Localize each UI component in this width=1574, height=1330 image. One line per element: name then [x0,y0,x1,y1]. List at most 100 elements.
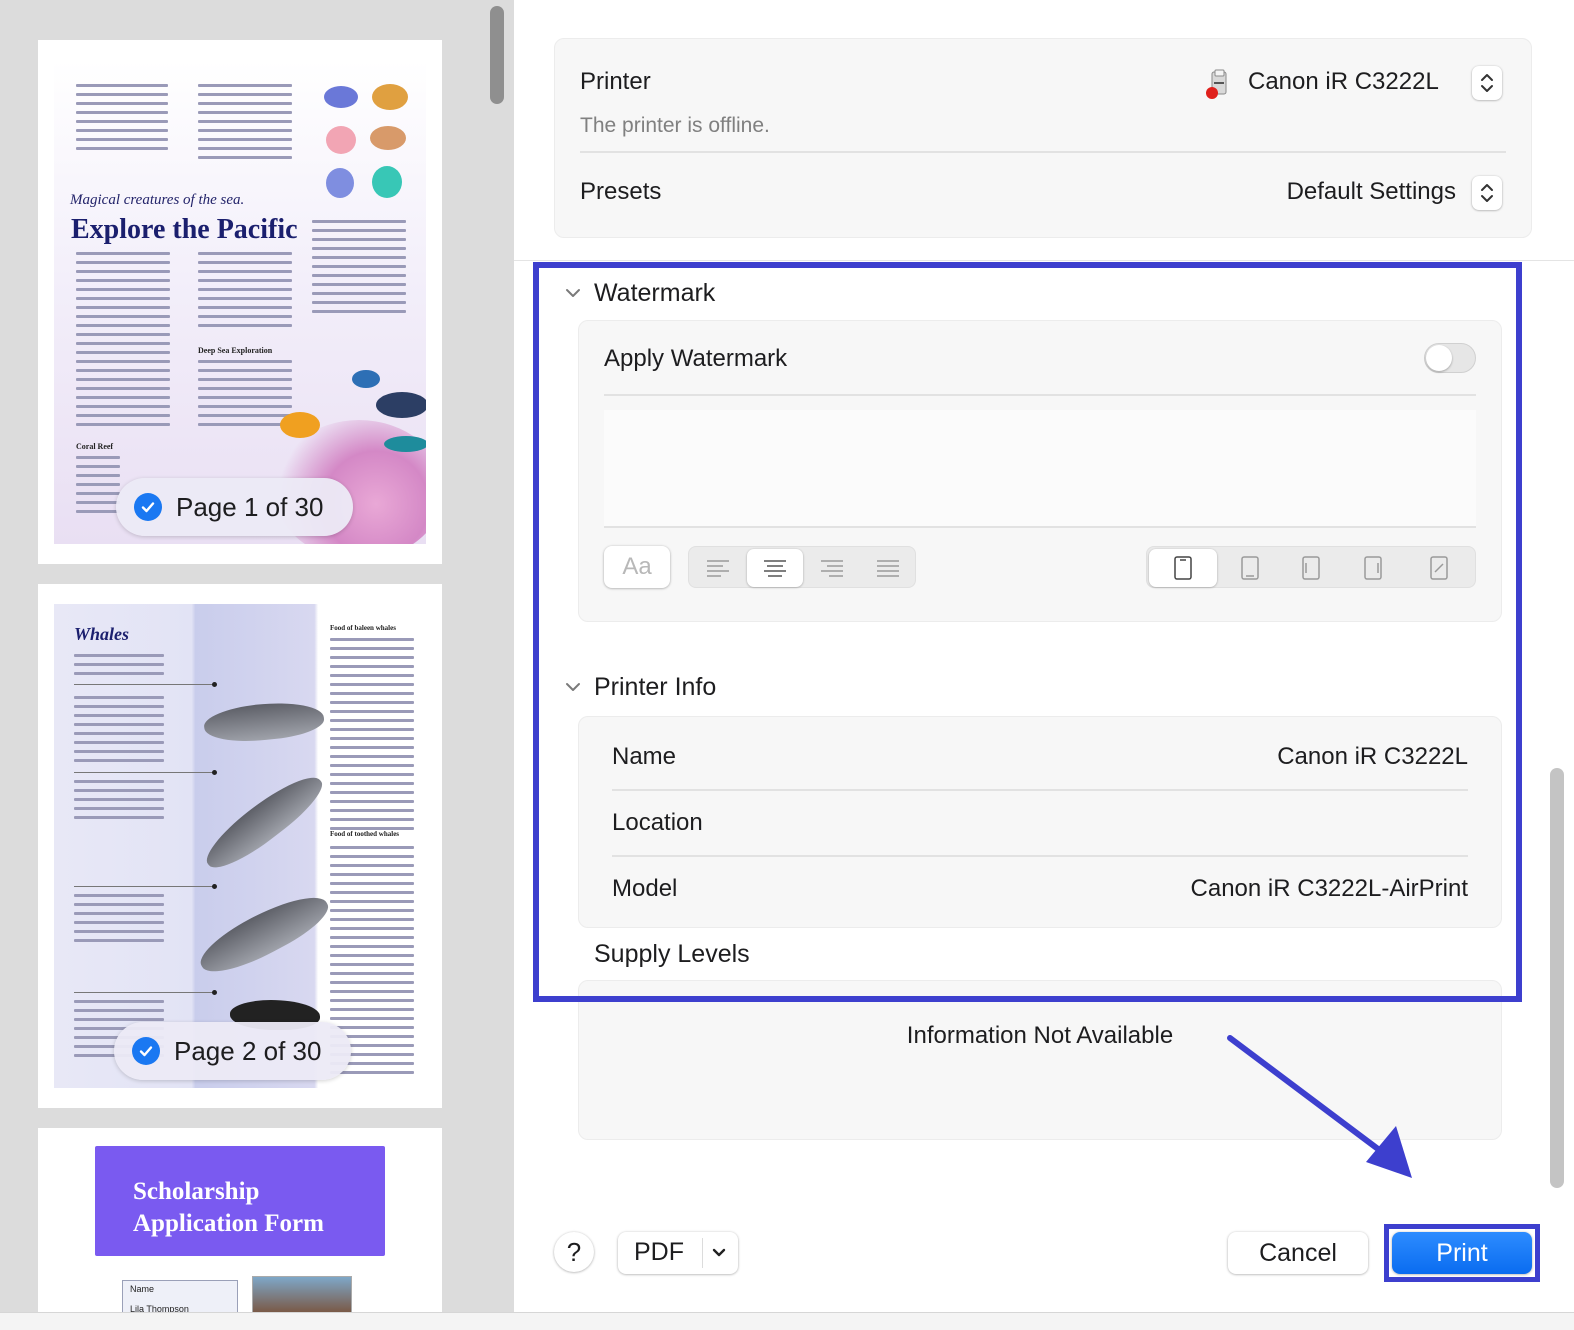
page-right-icon[interactable] [1343,549,1403,587]
align-justify-icon[interactable] [861,549,915,587]
page-badge-label: Page 2 of 30 [174,1035,322,1066]
page-3-title: Scholarship Application Form [133,1178,324,1237]
page-1-title: Explore the Pacific [71,214,298,245]
checkmark-icon [134,493,162,521]
position-segmented-control [1146,546,1476,588]
page-3-banner: Scholarship Application Form [95,1146,385,1256]
printer-value: Canon iR C3222L [1248,68,1439,95]
chevron-down-icon[interactable] [564,680,582,699]
fish-image [384,436,426,452]
fish-image [280,412,320,438]
printer-icon [1204,68,1232,100]
timeline-dot [212,682,217,687]
page-2-text-column [330,638,414,836]
apply-watermark-toggle[interactable] [1424,343,1476,373]
page-badge: Page 2 of 30 [114,1022,352,1080]
alignment-segmented-control [688,546,916,588]
presets-value: Default Settings [1286,178,1456,205]
page-1-text-column [76,84,168,156]
printer-label: Printer [580,68,651,95]
annotation-arrow-icon [1227,1035,1412,1178]
cancel-button[interactable]: Cancel [1228,1232,1368,1274]
printer-info-section-title[interactable]: Printer Info [594,673,716,702]
whale-image [202,697,326,747]
applicant-photo [252,1276,352,1312]
page-2-title: Whales [74,624,130,644]
pdf-menu-button[interactable]: PDF [618,1232,738,1274]
divider [580,151,1506,153]
printer-status: The printer is offline. [580,114,770,137]
chevron-down-icon[interactable] [564,286,582,305]
page-1-text-column [312,220,406,319]
page-diagonal-icon[interactable] [1405,549,1473,587]
presets-label: Presets [580,178,662,205]
page-2-text-column [74,780,164,825]
page-1-text-column [76,456,120,519]
preview-scrollbar[interactable] [490,6,504,104]
page-2-heading: Food of toothed whales [330,830,400,838]
font-button[interactable]: Aa [604,546,670,588]
page-front-icon[interactable] [1149,549,1217,587]
page-1-heading: Coral Reef [76,442,114,451]
supply-levels-section-title: Supply Levels [594,940,750,968]
page-preview-pane[interactable]: Magical creatures of the sea. Explore th… [0,0,514,1312]
page-1-subtitle: Magical creatures of the sea. [70,192,245,208]
coral-image [326,168,354,198]
up-down-chevron-icon [1472,176,1502,210]
align-center-icon[interactable] [747,549,803,587]
align-right-icon[interactable] [805,549,859,587]
coral-image [370,126,406,150]
timeline-line [74,992,214,993]
print-button[interactable]: Print [1392,1232,1532,1274]
page-2-content: Whales Food of baleen whales Food of too… [54,604,426,1088]
pdf-button-label: PDF [634,1238,684,1266]
divider [612,855,1468,857]
coral-image [372,84,408,110]
settings-scrollbar[interactable] [1550,768,1564,1188]
timeline-dot [212,770,217,775]
fish-image [352,370,380,388]
page-badge-label: Page 1 of 30 [176,491,324,522]
info-location-label: Location [612,809,703,836]
divider [612,789,1468,791]
align-left-icon[interactable] [691,549,745,587]
page-2-text-column [74,894,164,948]
page-thumbnail-1[interactable]: Magical creatures of the sea. Explore th… [38,40,442,564]
name-field-label: Name [130,1284,155,1294]
watermark-section-title[interactable]: Watermark [594,279,715,308]
timeline-dot [212,990,217,995]
apply-watermark-label: Apply Watermark [604,345,788,372]
divider [514,260,1574,261]
page-thumbnail-2[interactable]: Whales Food of baleen whales Food of too… [38,584,442,1108]
watermark-text-input[interactable] [604,410,1476,528]
whale-image [192,883,336,985]
page-1-content: Magical creatures of the sea. Explore th… [54,60,426,544]
page-3-content: Scholarship Application Form Name Lila T… [38,1128,442,1312]
page-2-text-column [74,696,164,768]
printer-select[interactable]: Canon iR C3222L [1200,62,1504,104]
page-left-icon[interactable] [1281,549,1341,587]
checkmark-icon [132,1037,160,1065]
coral-image [324,86,358,108]
page-thumbnail-3[interactable]: Scholarship Application Form Name Lila T… [38,1128,442,1312]
timeline-line [74,886,214,887]
info-model-label: Model [612,875,678,902]
page-1-text-column [198,84,292,165]
info-name-label: Name [612,743,677,770]
presets-select[interactable]: Default Settings [1240,172,1504,214]
page-2-heading: Food of baleen whales [330,624,396,632]
divider [702,1238,703,1268]
name-field-value: Lila Thompson [130,1304,189,1312]
page-1-text-column [76,252,170,432]
fish-image [376,392,426,418]
timeline-line [74,772,214,773]
help-button[interactable]: ? [554,1232,594,1272]
page-1-heading: Deep Sea Exploration [198,346,273,355]
page-badge: Page 1 of 30 [116,478,354,536]
page-1-text-column [198,252,292,333]
up-down-chevron-icon [1472,66,1502,100]
divider [604,394,1476,396]
page-bottom-icon[interactable] [1221,549,1279,587]
info-name-value: Canon iR C3222L [1277,743,1468,770]
whale-image [197,764,331,880]
